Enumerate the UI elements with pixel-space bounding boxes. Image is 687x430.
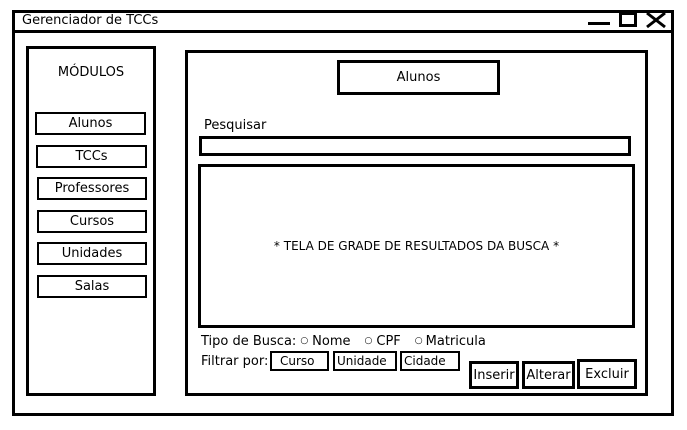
radio-cpf-icon: ○ xyxy=(364,336,373,346)
radio-cpf[interactable]: ○ CPF xyxy=(365,333,401,350)
filter-curso-field[interactable]: Curso xyxy=(270,351,329,371)
close-icon[interactable] xyxy=(645,11,667,29)
sidebar-item-cursos[interactable]: Cursos xyxy=(37,210,147,233)
filter-label: Filtrar por: xyxy=(201,354,269,369)
results-grid-placeholder: * TELA DE GRADE DE RESULTADOS DA BUSCA * xyxy=(273,239,560,253)
sidebar-item-tccs[interactable]: TCCs xyxy=(36,145,147,168)
window-title: Gerenciador de TCCs xyxy=(22,13,159,28)
search-type-row: Tipo de Busca: ○ Nome ○ CPF ○ Matricula xyxy=(201,333,486,350)
maximize-icon[interactable] xyxy=(619,12,637,27)
results-grid: * TELA DE GRADE DE RESULTADOS DA BUSCA * xyxy=(198,164,635,328)
filter-unidade-field[interactable]: Unidade xyxy=(333,351,397,371)
search-type-label: Tipo de Busca: xyxy=(201,334,297,349)
search-label: Pesquisar xyxy=(204,118,267,133)
page-title: Alunos xyxy=(337,60,500,95)
radio-matricula-icon: ○ xyxy=(414,336,423,346)
radio-nome[interactable]: ○ Nome xyxy=(300,333,350,350)
sidebar-item-alunos[interactable]: Alunos xyxy=(35,112,146,135)
sidebar-heading: MÓDULOS xyxy=(57,64,125,80)
radio-nome-label: Nome xyxy=(312,334,351,349)
radio-matricula-label: Matricula xyxy=(425,334,486,349)
title-bar-divider xyxy=(12,30,674,33)
edit-button[interactable]: Alterar xyxy=(522,361,575,389)
delete-button[interactable]: Excluir xyxy=(577,359,637,389)
minimize-icon[interactable] xyxy=(588,22,610,25)
radio-cpf-label: CPF xyxy=(376,334,401,349)
filter-cidade-field[interactable]: Cidade xyxy=(400,351,460,371)
sidebar-item-unidades[interactable]: Unidades xyxy=(37,242,147,265)
search-input[interactable] xyxy=(199,136,631,156)
radio-matricula[interactable]: ○ Matricula xyxy=(415,333,486,350)
sidebar-item-professores[interactable]: Professores xyxy=(37,177,147,200)
insert-button[interactable]: Inserir xyxy=(469,361,519,389)
radio-nome-icon: ○ xyxy=(300,336,309,346)
sidebar-item-salas[interactable]: Salas xyxy=(37,275,147,298)
